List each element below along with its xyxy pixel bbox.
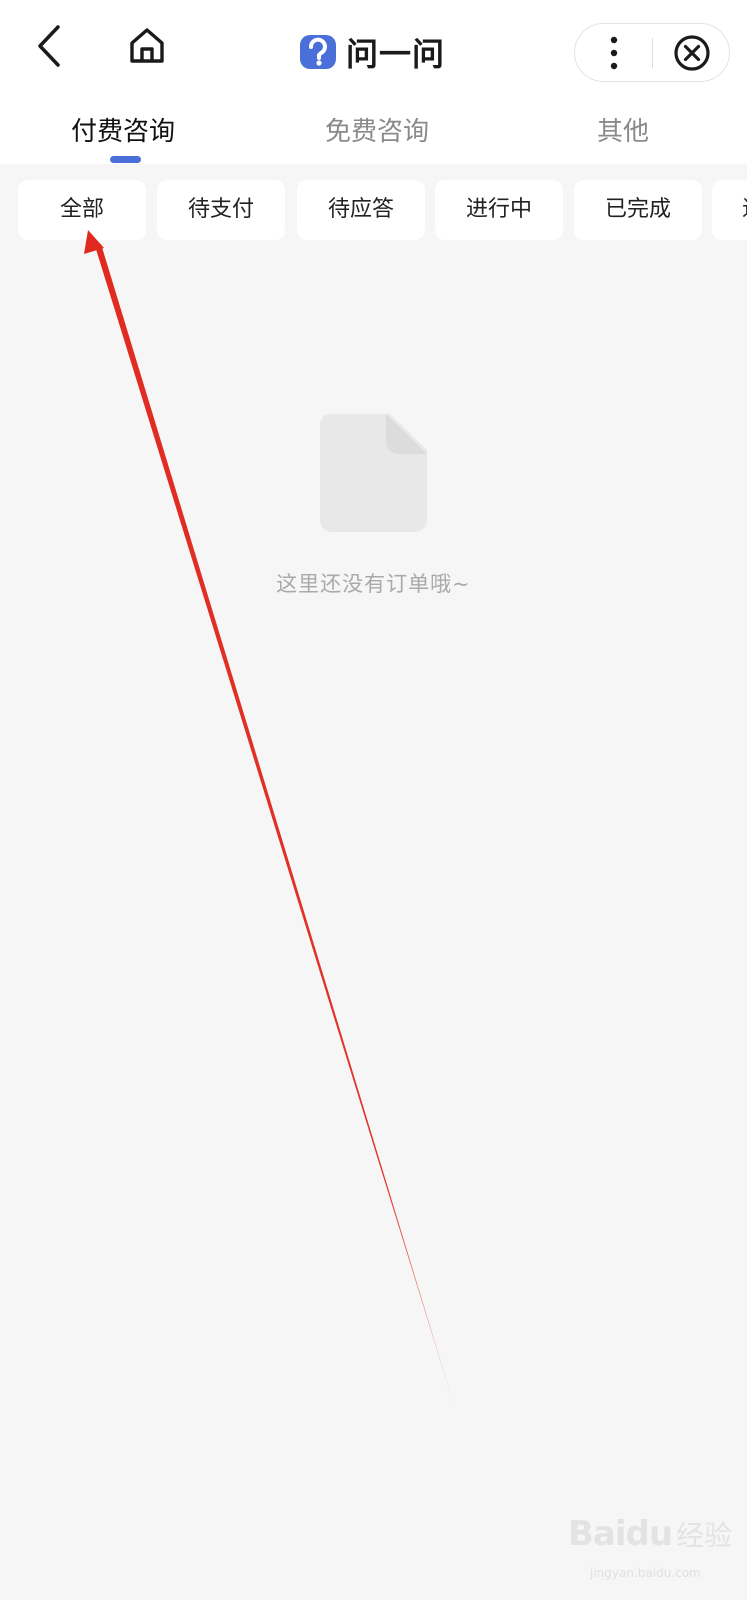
app-header: 问一问 付费咨询 免费咨询 其他: [0, 0, 747, 164]
watermark-url: jingyan.baidu.com: [590, 1566, 701, 1580]
order-status-filters: 全部 待支付 待应答 进行中 已完成 退: [0, 180, 747, 242]
consult-tabs: 付费咨询 免费咨询 其他: [0, 100, 747, 164]
active-tab-indicator: [110, 156, 141, 163]
filter-refund[interactable]: 退: [712, 180, 747, 240]
empty-state-message: 这里还没有订单哦~: [276, 572, 471, 596]
home-button[interactable]: [124, 22, 170, 70]
baidu-jingyan-watermark: Baidu 经验: [568, 1504, 738, 1564]
app-logo: 问一问: [298, 30, 445, 74]
app-name: 问一问: [346, 35, 446, 73]
chevron-left-icon: [38, 25, 60, 67]
tab-free-consult[interactable]: 免费咨询: [312, 108, 442, 156]
more-vertical-icon: [610, 36, 618, 69]
watermark-brand: Baidu: [568, 1514, 673, 1554]
watermark-label: 经验: [676, 1519, 733, 1552]
more-button[interactable]: [575, 24, 653, 81]
filter-pending-payment[interactable]: 待支付: [157, 180, 285, 240]
filter-in-progress[interactable]: 进行中: [435, 180, 563, 240]
filter-completed[interactable]: 已完成: [574, 180, 702, 240]
tab-paid-consult[interactable]: 付费咨询: [58, 108, 188, 156]
home-icon: [130, 28, 164, 63]
close-circle-icon: [674, 34, 710, 71]
question-logo-icon: [298, 33, 340, 71]
back-button[interactable]: [26, 22, 72, 70]
document-icon: [320, 414, 427, 532]
filter-all[interactable]: 全部: [18, 180, 146, 240]
mini-program-capsule: [574, 23, 730, 82]
close-button[interactable]: [653, 24, 731, 81]
filter-pending-answer[interactable]: 待应答: [297, 180, 425, 240]
tab-other[interactable]: 其他: [588, 108, 658, 156]
